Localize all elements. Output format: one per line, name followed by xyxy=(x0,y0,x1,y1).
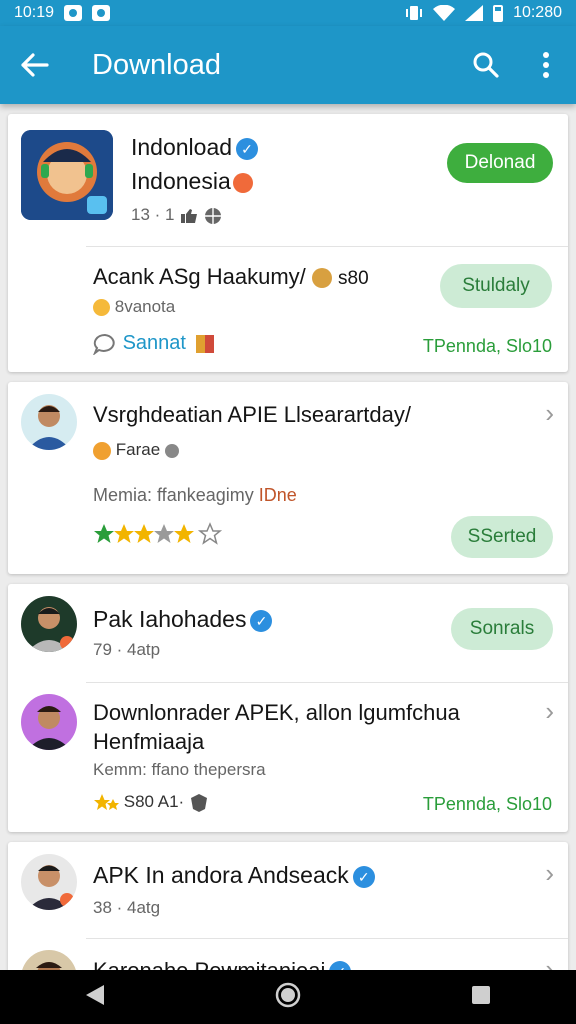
footer-meta: TPennda, Slo10 xyxy=(422,794,552,814)
item-description: Memia: ffankeagimy IDne xyxy=(93,485,297,505)
app-icon[interactable] xyxy=(21,130,113,220)
item-title: APK In andora Andseack ✓ xyxy=(93,862,375,889)
emoji-icon xyxy=(93,299,110,317)
more-vert-icon xyxy=(543,52,549,78)
star-icon xyxy=(94,793,119,810)
app-title-line2: Indonesia xyxy=(131,168,253,195)
app-bar: Download xyxy=(0,26,576,104)
wifi-icon xyxy=(433,5,456,21)
system-nav-bar xyxy=(0,970,576,1024)
download-card-1: Indonload ✓ Indonesia 13 · 1 Delonad Acan… xyxy=(8,114,568,372)
item-name: Farae xyxy=(93,440,179,460)
verified-icon: ✓ xyxy=(250,609,273,632)
signal-icon xyxy=(465,5,484,21)
divider xyxy=(86,682,568,683)
emoji-icon xyxy=(232,172,253,193)
nav-back-button[interactable] xyxy=(84,983,106,1012)
search-icon xyxy=(473,52,499,78)
item-meta: 79 · 4atp xyxy=(93,640,161,659)
avatar-badge-icon xyxy=(311,268,332,289)
nav-home-button[interactable] xyxy=(274,981,302,1014)
chart-emoji-icon xyxy=(195,334,214,353)
back-button[interactable] xyxy=(0,26,70,104)
status-bar: 10:19 10:280 xyxy=(0,0,576,26)
avatar[interactable] xyxy=(21,854,77,910)
vibrate-icon xyxy=(406,6,423,20)
download-card-2: Vsrghdeatian APIE Llsearartday/ › Farae … xyxy=(8,382,568,574)
verified-icon: ✓ xyxy=(352,865,375,888)
notification-icon xyxy=(64,5,83,21)
item-description: Kemm: ffano thepersra xyxy=(93,760,266,779)
person-icon xyxy=(93,441,111,460)
footer-meta: TPennda, Slo10 xyxy=(422,336,552,356)
sub-action-button[interactable]: Stuldaly xyxy=(440,264,552,308)
download-card-3: Pak Iahohades ✓ 79 · 4atp Sonrals Downlon… xyxy=(8,584,568,832)
item-action-button[interactable]: SSerted xyxy=(451,516,553,558)
avatar[interactable] xyxy=(21,694,77,750)
avatar[interactable] xyxy=(21,394,77,450)
item-rating: S80 A1· xyxy=(93,792,209,813)
notification-icon-2 xyxy=(92,5,111,21)
avatar[interactable] xyxy=(21,596,77,652)
item-title: Downlonrader APEK, allon lgumfchua xyxy=(93,700,460,725)
home-nav-icon xyxy=(275,982,301,1007)
status-right-time: 10:280 xyxy=(513,4,562,21)
comment-icon xyxy=(92,333,115,356)
page-title: Download xyxy=(92,48,221,81)
item-title: Vsrghdeatian APIE Llsearartday/ xyxy=(93,402,411,427)
shield-icon xyxy=(190,793,207,812)
item-title: Pak Iahohades ✓ xyxy=(93,606,273,633)
item-action-button[interactable]: Sonrals xyxy=(451,608,553,650)
divider xyxy=(86,246,568,247)
search-button[interactable] xyxy=(456,26,516,104)
rating-stars xyxy=(93,522,225,551)
arrow-back-icon xyxy=(21,53,49,77)
item-title-line2: Henfmiaaja xyxy=(93,729,205,754)
globe-icon xyxy=(204,207,221,224)
badge-icon xyxy=(164,443,179,458)
battery-icon xyxy=(493,4,504,22)
more-options-button[interactable] xyxy=(516,26,576,104)
recents-nav-icon xyxy=(472,985,490,1004)
app-title: Indonload ✓ xyxy=(131,134,259,161)
back-nav-icon xyxy=(86,984,104,1005)
divider xyxy=(86,938,568,939)
sub-author: 8vanota xyxy=(93,297,175,317)
chevron-right-icon[interactable]: › xyxy=(545,858,554,889)
status-time: 10:19 xyxy=(14,4,55,21)
nav-recents-button[interactable] xyxy=(470,984,492,1011)
sub-title: Acank ASg Haakumy/ s80 xyxy=(93,264,369,289)
comment-link[interactable]: Sannat xyxy=(92,332,214,356)
download-button[interactable]: Delonad xyxy=(447,143,553,183)
verified-icon: ✓ xyxy=(236,137,259,160)
chevron-right-icon[interactable]: › xyxy=(545,398,554,429)
download-card-4: APK In andora Andseack✓ › 38 · 4atg Karo… xyxy=(8,842,568,1006)
item-meta: 38 · 4atg xyxy=(93,898,161,917)
app-meta: 13 · 1 xyxy=(131,205,222,225)
like-icon xyxy=(181,208,198,223)
chevron-right-icon[interactable]: › xyxy=(545,696,554,727)
